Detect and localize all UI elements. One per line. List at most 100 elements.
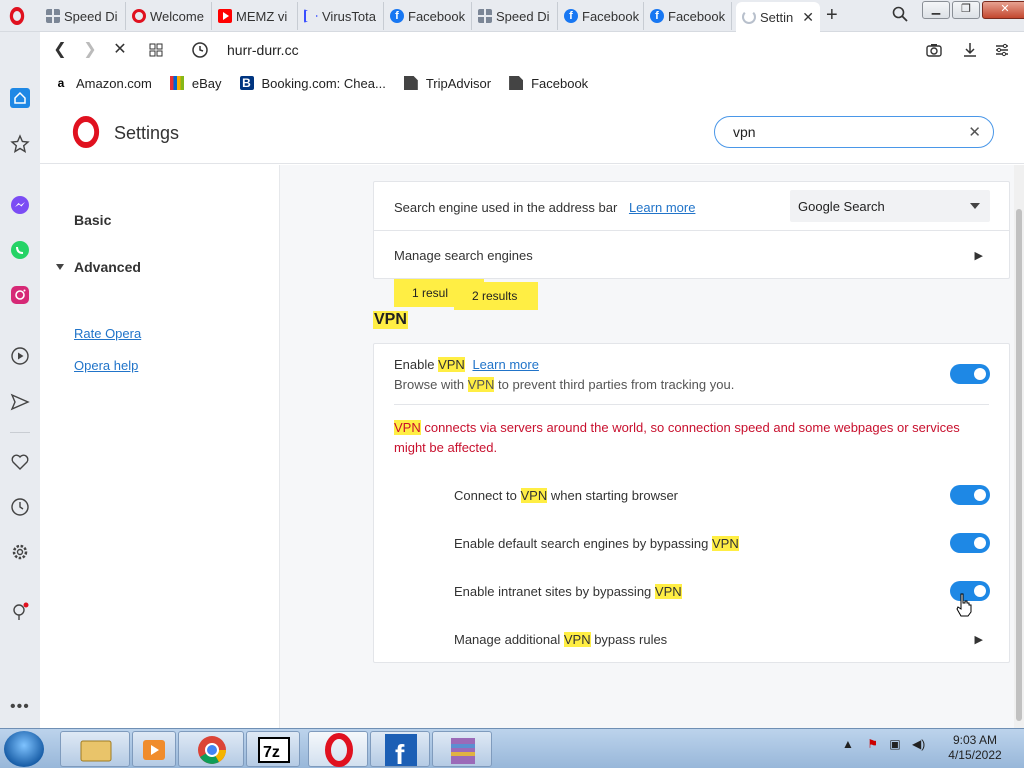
nav-basic[interactable]: Basic xyxy=(74,212,111,228)
tab-speed-dial-2[interactable]: Speed Di xyxy=(472,2,558,30)
clear-search-icon[interactable]: ✕ xyxy=(968,123,981,141)
tab-strip: Speed Di Welcome MEMZ vi VirusTota f Face… xyxy=(0,0,1024,32)
bookmarks-bar: a Amazon.com eBay B Booking.com: Chea... T… xyxy=(40,68,1024,98)
settings-gear-icon[interactable] xyxy=(10,542,30,562)
taskbar-opera[interactable] xyxy=(308,731,368,767)
search-highlight: VPN xyxy=(654,584,682,599)
easy-setup-icon[interactable] xyxy=(992,40,1012,60)
tab-grid-icon[interactable] xyxy=(146,40,166,60)
rate-opera-link[interactable]: Rate Opera xyxy=(74,326,141,341)
page-icon xyxy=(509,76,524,90)
whatsapp-icon[interactable] xyxy=(10,240,30,260)
stop-loading-button[interactable]: ✕ xyxy=(110,40,130,60)
manage-search-engines-label: Manage search engines xyxy=(394,248,533,263)
url-field[interactable]: hurr-durr.cc xyxy=(227,42,299,58)
media-player-icon xyxy=(143,740,165,760)
tab-facebook-3[interactable]: f Facebook xyxy=(644,2,732,30)
settings-nav: Basic Advanced Rate Opera Opera help xyxy=(40,165,280,728)
player-icon[interactable] xyxy=(10,346,30,366)
expand-caret-icon xyxy=(56,264,64,270)
system-clock[interactable]: 9:03 AM 4/15/2022 xyxy=(940,733,1010,763)
maximize-button[interactable]: ❐ xyxy=(952,1,980,19)
taskbar-7zip[interactable]: 7z xyxy=(246,731,300,767)
chevron-right-icon: ▶ xyxy=(974,634,983,646)
heart-icon[interactable] xyxy=(10,452,30,472)
vpn-learn-more-link[interactable]: Learn more xyxy=(472,357,538,372)
snapshot-camera-icon[interactable] xyxy=(924,40,944,60)
instagram-icon[interactable] xyxy=(10,285,30,305)
nav-advanced[interactable]: Advanced xyxy=(74,259,141,275)
search-engine-learn-more-link[interactable]: Learn more xyxy=(629,200,695,215)
bookmark-label: eBay xyxy=(191,75,222,91)
scrollbar-thumb[interactable] xyxy=(1016,209,1022,721)
bubble-label: 2 results xyxy=(472,289,518,303)
search-tabs-icon[interactable] xyxy=(892,6,908,22)
enable-vpn-label: Enable xyxy=(394,357,439,372)
volume-icon[interactable]: ◀) xyxy=(912,737,925,751)
settings-search-input[interactable] xyxy=(733,124,953,140)
downloads-icon[interactable] xyxy=(960,40,980,60)
site-info-icon[interactable] xyxy=(190,40,210,60)
send-icon[interactable] xyxy=(10,392,30,412)
connect-on-start-toggle[interactable] xyxy=(950,485,990,505)
tab-label: MEMZ vi xyxy=(236,8,288,24)
bypass-search-engines-label: Enable default search engines by bypassi… xyxy=(454,536,739,551)
tab-virustotal[interactable]: VirusTota xyxy=(298,2,384,30)
back-button[interactable]: ❮ xyxy=(50,40,70,60)
tab-label: Speed Di xyxy=(64,8,118,24)
history-icon[interactable] xyxy=(10,497,30,517)
tab-memz[interactable]: MEMZ vi xyxy=(212,2,298,30)
taskbar-facebook[interactable]: f xyxy=(370,731,430,768)
forward-button[interactable]: ❯ xyxy=(80,40,100,60)
start-button[interactable] xyxy=(4,731,44,767)
show-hidden-icons-icon[interactable]: ▲ xyxy=(842,737,854,751)
manage-bypass-rules-row[interactable]: Manage additional VPN bypass rules ▶ xyxy=(374,616,1009,662)
tab-label: Facebook xyxy=(408,8,466,24)
messenger-icon[interactable] xyxy=(10,195,30,215)
bookmark-label: Amazon.com xyxy=(76,75,152,91)
tab-settings[interactable]: Settin ✕ xyxy=(736,2,820,32)
bookmark-tripadvisor[interactable]: TripAdvisor xyxy=(403,75,492,91)
close-window-button[interactable]: ✕ xyxy=(982,1,1024,19)
bookmark-ebay[interactable]: eBay xyxy=(169,75,222,91)
new-tab-button[interactable]: + xyxy=(826,4,838,27)
taskbar-explorer[interactable] xyxy=(60,731,130,767)
tab-speed-dial-1[interactable]: Speed Di xyxy=(40,2,126,30)
close-tab-icon[interactable]: ✕ xyxy=(802,9,814,26)
home-icon[interactable] xyxy=(10,88,30,108)
enable-vpn-toggle[interactable] xyxy=(950,364,990,384)
taskbar-chrome[interactable] xyxy=(178,731,244,767)
bookmarks-star-icon[interactable] xyxy=(10,134,30,154)
bookmark-label: TripAdvisor xyxy=(425,75,492,91)
tab-welcome[interactable]: Welcome xyxy=(126,2,212,30)
tab-facebook-1[interactable]: f Facebook xyxy=(384,2,472,30)
search-engine-select[interactable]: Google Search xyxy=(790,190,990,222)
bookmark-amazon[interactable]: a Amazon.com xyxy=(54,76,152,91)
amazon-icon: a xyxy=(57,76,65,90)
page-icon xyxy=(403,76,418,90)
opera-menu-button[interactable] xyxy=(8,7,28,27)
search-engine-card: Search engine used in the address bar Le… xyxy=(373,181,1010,279)
more-options-icon[interactable]: ••• xyxy=(10,698,30,716)
minimize-button[interactable]: ▁ xyxy=(922,1,950,19)
bookmark-booking[interactable]: B Booking.com: Chea... xyxy=(239,75,386,91)
tab-label: Facebook xyxy=(582,8,640,24)
divider xyxy=(394,404,989,405)
opera-icon xyxy=(132,9,146,23)
opera-logo-icon xyxy=(72,116,100,148)
taskbar-winrar[interactable] xyxy=(432,731,492,767)
content-scrollbar[interactable] xyxy=(1014,165,1024,728)
taskbar-media-player[interactable] xyxy=(132,731,176,767)
bookmark-label: Booking.com: Chea... xyxy=(261,75,386,91)
settings-search-box[interactable]: ✕ xyxy=(714,116,994,148)
tips-lightbulb-icon[interactable] xyxy=(10,602,30,622)
tab-facebook-2[interactable]: f Facebook xyxy=(558,2,644,30)
action-center-icon[interactable]: ⚑ xyxy=(867,737,878,751)
network-icon[interactable]: ▣ xyxy=(889,737,900,751)
bookmark-facebook[interactable]: Facebook xyxy=(509,76,588,91)
option-text: Connect to xyxy=(454,488,521,503)
bypass-search-engines-toggle[interactable] xyxy=(950,533,990,553)
search-highlight: VPN xyxy=(438,357,465,372)
manage-search-engines-row[interactable]: Manage search engines ▶ xyxy=(374,231,1009,279)
opera-help-link[interactable]: Opera help xyxy=(74,358,138,373)
